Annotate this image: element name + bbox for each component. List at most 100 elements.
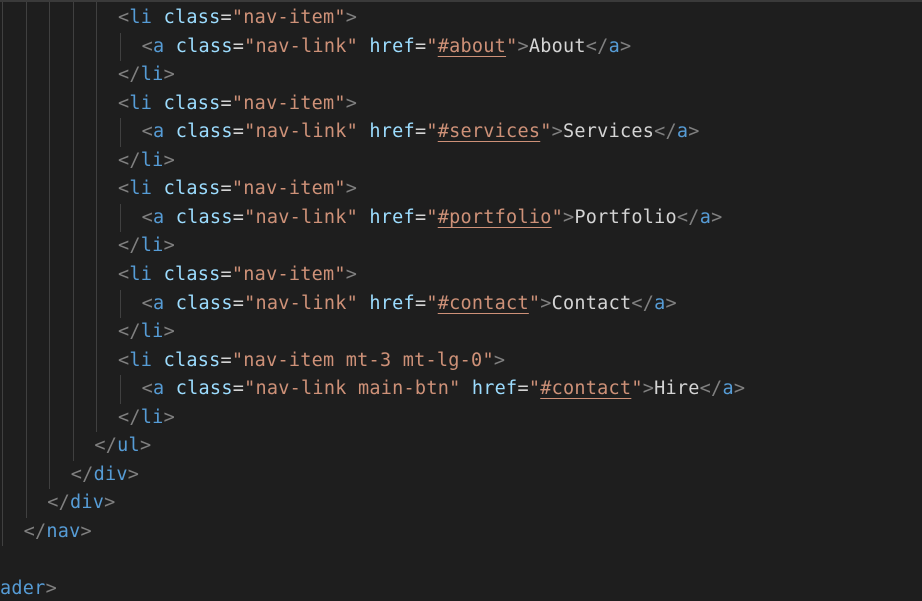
href-value: #contact [437,292,529,314]
link-text: Hire [654,378,700,400]
equals-sign: = [220,349,232,371]
attribute-value: " [528,378,541,400]
indent-guide [120,375,121,404]
tag-name: li [129,178,153,200]
tag-name: a [699,206,712,228]
indent-guide [25,2,27,518]
tag-name: li [140,149,164,171]
tag-name: div [69,492,105,514]
attribute-value: " [426,35,438,57]
tag-name: a [152,292,165,314]
tag-name: a [152,121,165,143]
attribute-value: " [551,206,564,228]
tag-bracket: > [619,35,632,57]
attribute-value: " [426,121,438,143]
href-value: #contact [540,378,632,400]
tag-bracket: > [345,263,358,285]
attribute-name: href [369,35,415,57]
tag-bracket: </ [699,378,723,400]
tag-bracket: > [551,121,564,143]
code-line[interactable]: </li> [118,404,175,432]
code-line[interactable]: ader> [0,575,57,601]
tag-bracket: </ [676,206,700,228]
code-line[interactable]: <a class="nav-link" href="#contact">Cont… [142,290,677,318]
tag-name: a [152,35,165,57]
code-line[interactable]: <li class="nav-item"> [118,261,357,289]
code-line[interactable]: <li class="nav-item mt-3 mt-lg-0"> [118,347,505,375]
indent-guide [49,2,51,490]
equals-sign: = [220,263,232,285]
attribute-value: " [528,292,541,314]
equals-sign: = [414,121,427,143]
tag-bracket: </ [631,292,655,314]
code-line[interactable]: </li> [118,61,175,89]
attribute-value: "nav-item" [231,92,346,114]
tag-name: a [608,35,620,57]
attribute-value: " [540,121,552,143]
tag-bracket: < [118,349,130,371]
attribute-value: "nav-link" [244,35,358,57]
code-line[interactable]: <li class="nav-item"> [118,4,357,32]
equals-sign: = [232,35,245,57]
tag-name: li [140,321,164,343]
equals-sign: = [232,378,245,400]
link-text: Portfolio [574,206,677,228]
attribute-name: class [163,349,221,371]
code-line[interactable]: </ul> [94,432,151,460]
indent-guide [120,203,121,233]
code-area[interactable]: <li class="nav-item"> <a class="nav-link"… [0,2,922,601]
tag-bracket: > [345,7,358,28]
code-line[interactable]: </li> [118,232,175,260]
attribute-name: class [163,178,221,200]
attribute-name: class [163,263,221,285]
tag-bracket: > [733,378,746,400]
tag-bracket: </ [23,520,47,542]
tag-bracket: </ [118,64,141,86]
code-line[interactable]: </li> [118,147,175,175]
attribute-value: " [426,206,438,228]
code-line[interactable]: </nav> [24,518,92,546]
code-line[interactable]: <li class="nav-item"> [118,90,357,118]
tag-name: nav [46,520,81,542]
code-line[interactable]: <a class="nav-link" href="#portfolio">Po… [142,204,723,232]
code-line[interactable]: </div> [47,489,115,517]
tag-bracket: > [45,578,57,599]
tag-bracket: > [80,520,92,542]
link-text: Services [563,121,655,143]
attribute-value: "nav-link main-btn" [244,378,461,400]
attribute-name: class [163,92,221,114]
code-line[interactable]: <a class="nav-link" href="#services">Ser… [142,118,700,146]
attribute-name: href [369,121,415,143]
code-line[interactable]: <a class="nav-link main-btn" href="#cont… [142,375,746,403]
tag-bracket: </ [654,121,677,143]
code-editor[interactable]: <li class="nav-item"> <a class="nav-link"… [0,0,922,601]
code-line[interactable]: </li> [118,318,175,346]
equals-sign: = [414,206,427,228]
attribute-value: " [426,292,438,314]
tag-bracket: </ [118,321,141,343]
tag-bracket: > [642,378,655,400]
href-value: #services [437,121,541,143]
tag-bracket: < [141,292,153,314]
indent-guide [96,2,98,433]
equals-sign: = [220,7,232,28]
code-line[interactable]: </div> [71,461,139,489]
link-text: Contact [551,292,632,314]
tag-bracket: </ [94,435,118,457]
tag-name: li [140,235,164,257]
link-text: About [528,35,586,57]
code-line[interactable]: <a class="nav-link" href="#about">About<… [142,33,632,61]
attribute-name: class [163,7,221,28]
equals-sign: = [517,378,529,400]
attribute-name: class [175,378,233,400]
equals-sign: = [232,206,245,228]
code-line[interactable]: <li class="nav-item"> [118,175,357,203]
tag-bracket: > [127,463,140,485]
attribute-value: "nav-item" [231,178,346,200]
